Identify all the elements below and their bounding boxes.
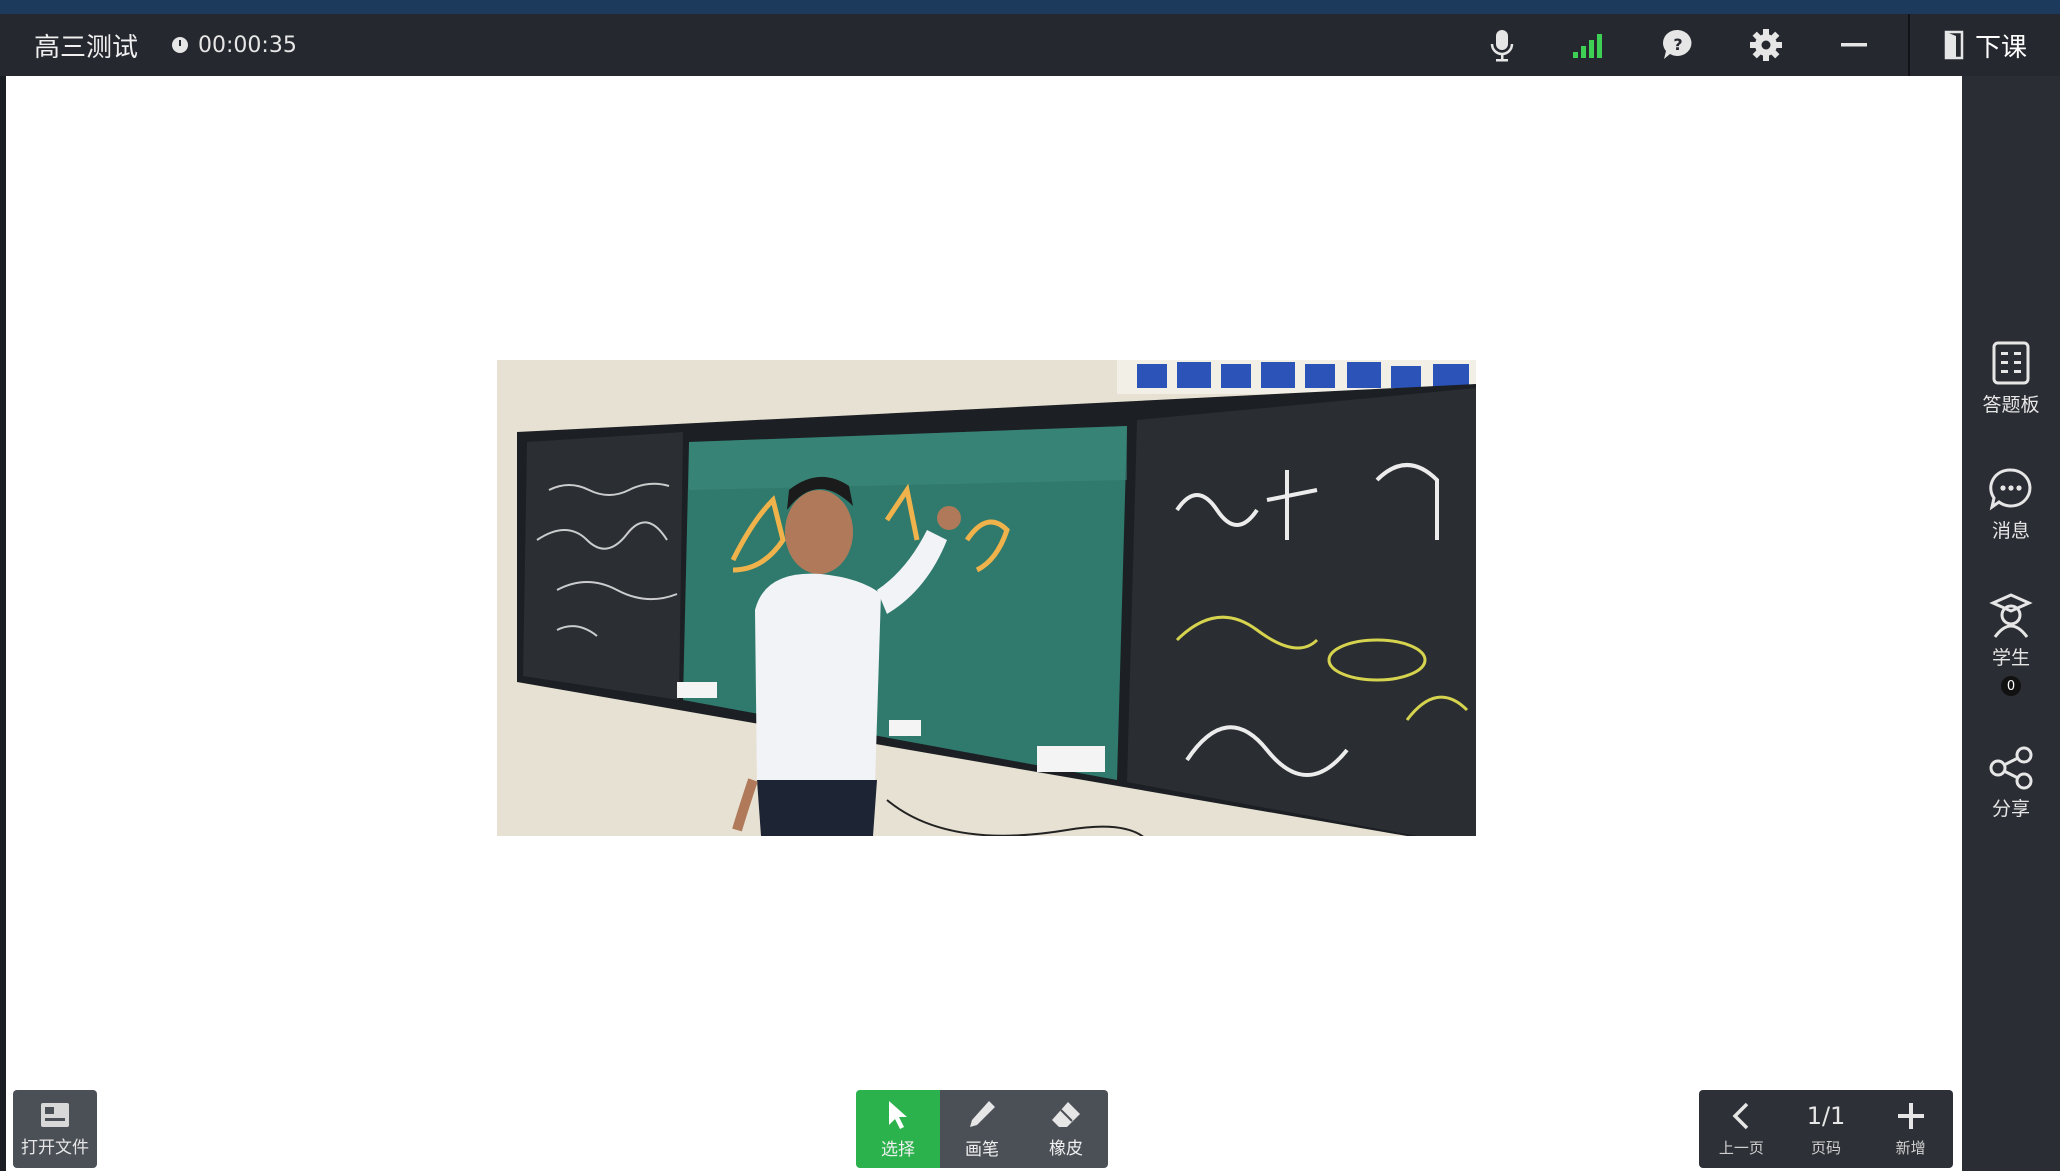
settings-button[interactable] [1722,14,1810,76]
pen-tool-button[interactable]: 画笔 [940,1090,1024,1168]
pen-tool-label: 画笔 [965,1139,999,1160]
drawing-toolbar: 选择 画笔 橡皮 [856,1090,1108,1168]
help-icon: ? [1663,29,1692,59]
gear-icon [1750,29,1782,61]
class-timer: 00:00:35 [172,33,297,58]
students-count-badge: 0 [2001,676,2021,696]
chat-bubble-icon [1989,468,2032,511]
students-button[interactable]: 学生 0 [1962,591,2060,696]
microphone-button[interactable] [1458,14,1546,76]
header-controls: ? 下课 [1458,14,2060,76]
messages-label: 消息 [1991,520,2030,542]
page-number-label: 页码 [1811,1138,1842,1157]
share-label: 分享 [1991,798,2030,820]
microphone-icon [1490,30,1514,62]
signal-icon [1573,34,1602,58]
right-sidebar: 答题板 消息 学生 0 分享 [1962,76,2060,1171]
select-tool-label: 选择 [881,1139,915,1160]
share-icon [1989,746,2033,790]
image-file-icon [41,1102,69,1127]
students-label: 学生 [1991,647,2030,669]
chevron-left-icon [1732,1102,1749,1129]
eraser-tool-button[interactable]: 橡皮 [1024,1090,1108,1168]
add-page-button[interactable]: 新增 [1868,1090,1953,1168]
answer-board-button[interactable]: 答题板 [1962,340,2060,417]
answer-board-icon [1992,341,2030,385]
exit-door-icon [1944,30,1964,60]
previous-page-button[interactable]: 上一页 [1699,1090,1784,1168]
messages-button[interactable]: 消息 [1962,466,2060,543]
answer-board-label: 答题板 [1982,394,2040,416]
page-navigator: 上一页 1/1 页码 新增 [1699,1090,1953,1168]
open-file-button[interactable]: 打开文件 [13,1090,97,1168]
title-bar: 高三测试 00:00:35 ? 下课 [0,14,2060,76]
select-tool-button[interactable]: 选择 [856,1090,940,1168]
clock-icon [172,37,189,53]
eraser-icon [1052,1101,1080,1127]
minimize-icon [1841,43,1867,47]
cursor-arrow-icon [889,1100,907,1129]
window-top-strip [0,0,2060,14]
student-icon [1989,593,2033,638]
page-number-value: 1/1 [1806,1101,1846,1130]
svg-text:?: ? [1673,35,1682,54]
add-page-label: 新增 [1895,1138,1926,1157]
class-title: 高三测试 [34,32,139,63]
classroom-photo [497,360,1476,836]
open-file-label: 打开文件 [21,1137,89,1158]
page-number-display: 1/1 页码 [1784,1090,1869,1168]
help-button[interactable]: ? [1634,14,1722,76]
eraser-tool-label: 橡皮 [1049,1138,1083,1159]
share-button[interactable]: 分享 [1962,746,2060,821]
previous-page-label: 上一页 [1718,1138,1764,1157]
end-class-button[interactable]: 下课 [1910,14,2060,76]
plus-icon [1897,1102,1924,1129]
timer-value: 00:00:35 [198,32,297,58]
network-signal-button[interactable] [1546,14,1634,76]
pen-icon [970,1100,995,1127]
end-class-label: 下课 [1974,32,2027,63]
minimize-button[interactable] [1810,14,1898,76]
